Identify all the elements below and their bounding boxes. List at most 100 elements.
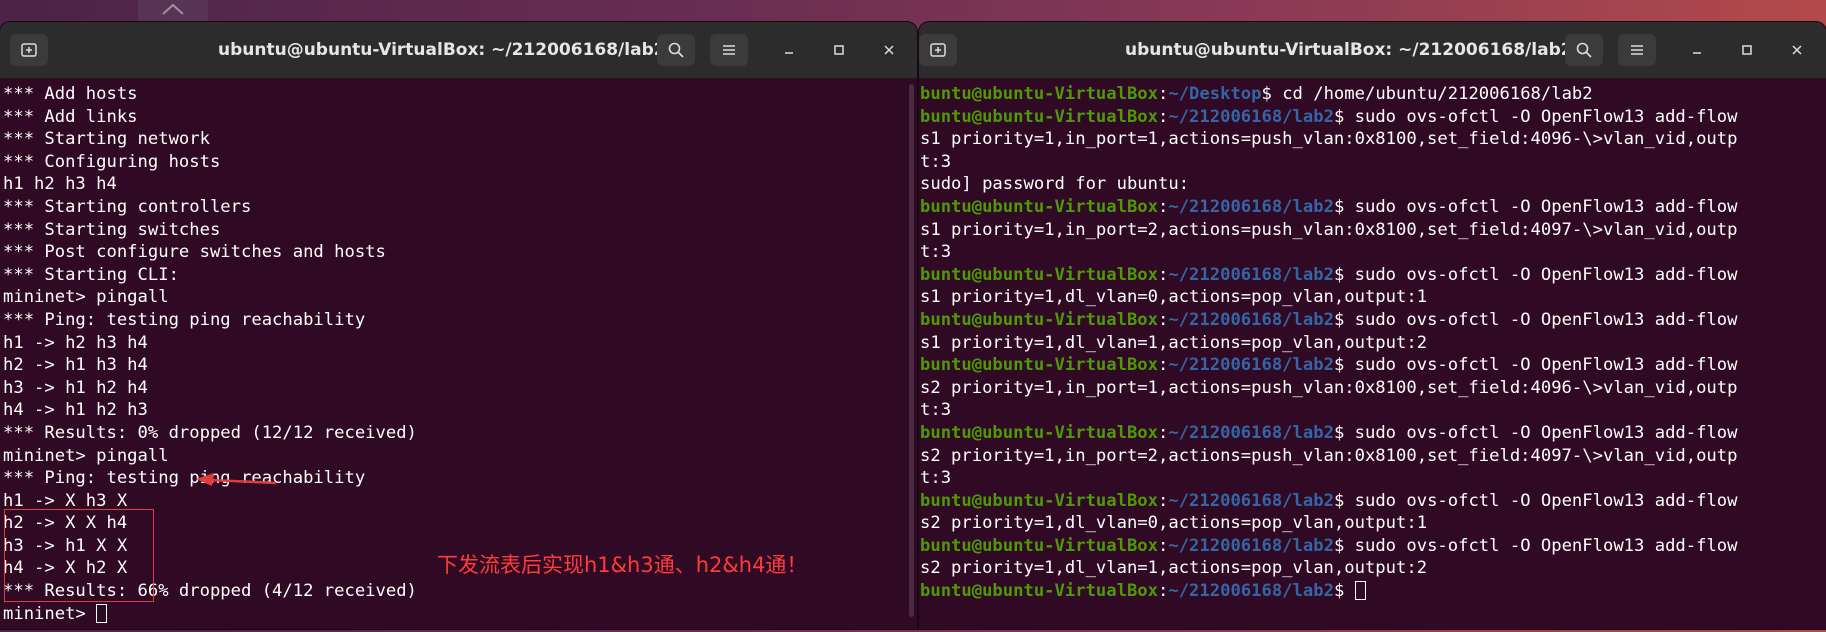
maximize-icon[interactable] [823, 34, 855, 66]
prompt-separator: : [1158, 490, 1169, 511]
prompt-user: buntu@ubuntu-VirtualBox [920, 581, 1158, 602]
line-text: s2 priority=1,in_port=1,actions=push_vla… [920, 377, 1738, 398]
terminal-line: buntu@ubuntu-VirtualBox:~/212006168/lab2… [920, 422, 1826, 445]
terminal-line: mininet> pingall [3, 286, 917, 309]
line-text: mininet> pingall [3, 287, 169, 308]
terminal-line: t:3 [920, 151, 1826, 174]
terminal-line: buntu@ubuntu-VirtualBox:~/212006168/lab2… [920, 354, 1826, 377]
terminal-line: *** Post configure switches and hosts [3, 241, 917, 264]
line-text: *** Post configure switches and hosts [3, 242, 386, 263]
line-text: h2 -> h1 h3 h4 [3, 355, 148, 376]
text-cursor [96, 603, 108, 623]
arrow-annotation-icon [196, 473, 277, 486]
prompt-path: ~/212006168/lab2 [1168, 264, 1334, 285]
terminal-line: *** Add hosts [3, 83, 917, 106]
line-text: *** Starting CLI: [3, 264, 179, 285]
line-text: *** Starting switches [3, 219, 221, 240]
prompt-path: ~/212006168/lab2 [1168, 490, 1334, 511]
maximize-icon[interactable] [1731, 34, 1763, 66]
terminal-line: s1 priority=1,in_port=1,actions=push_vla… [920, 128, 1826, 151]
line-text: h1 h2 h3 h4 [3, 174, 117, 195]
line-text: h4 -> h1 h2 h3 [3, 400, 148, 421]
terminal-line: h4 -> h1 h2 h3 [3, 399, 917, 422]
terminal-line: s1 priority=1,in_port=2,actions=push_vla… [920, 219, 1826, 242]
terminal-window-right[interactable]: ubuntu@ubuntu-VirtualBox: ~/212006168/la… [919, 22, 1826, 629]
prompt-separator: : [1158, 264, 1169, 285]
line-text: s1 priority=1,dl_vlan=1,actions=pop_vlan… [920, 332, 1428, 353]
line-text: t:3 [920, 400, 952, 421]
prompt-user: buntu@ubuntu-VirtualBox [920, 535, 1158, 556]
prompt-separator: : [1158, 196, 1169, 217]
line-text: s2 priority=1,in_port=2,actions=push_vla… [920, 445, 1738, 466]
terminal-line: *** Add links [3, 106, 917, 129]
search-icon[interactable] [1565, 34, 1603, 66]
terminal-line: mininet> [3, 603, 917, 626]
line-text: *** Add hosts [3, 84, 138, 104]
scrollbar[interactable] [909, 84, 914, 617]
prompt-path: ~/212006168/lab2 [1168, 106, 1334, 127]
title-bar[interactable]: ubuntu@ubuntu-VirtualBox: ~/212006168/la… [919, 22, 1826, 79]
terminal-line: *** Ping: testing ping reachability [3, 467, 917, 490]
terminal-line: buntu@ubuntu-VirtualBox:~/212006168/lab2… [920, 106, 1826, 129]
terminal-line: *** Starting controllers [3, 196, 917, 219]
terminal-line: sudo] password for ubuntu: [920, 173, 1826, 196]
terminal-line: buntu@ubuntu-VirtualBox:~/212006168/lab2… [920, 196, 1826, 219]
line-text: *** Ping: testing ping reachability [3, 468, 366, 489]
window-title: ubuntu@ubuntu-VirtualBox: ~/212006168/la… [1125, 40, 1573, 60]
line-text: $ sudo ovs-ofctl -O OpenFlow13 add-flow [1333, 490, 1738, 511]
line-text: t:3 [920, 151, 952, 172]
window-title: ubuntu@ubuntu-VirtualBox: ~/212006168/la… [218, 40, 666, 60]
close-icon[interactable] [1781, 34, 1813, 66]
text-cursor [1354, 581, 1366, 601]
terminal-output[interactable]: buntu@ubuntu-VirtualBox: ~/Desktop$ cd /h… [919, 79, 1826, 629]
line-text: sudo] password for ubuntu: [920, 174, 1190, 195]
line-text: $ sudo ovs-ofctl -O OpenFlow13 add-flow [1333, 196, 1738, 217]
prompt-user: buntu@ubuntu-VirtualBox [920, 264, 1158, 285]
terminal-line: h1 -> h2 h3 h4 [3, 332, 917, 355]
close-icon[interactable] [873, 34, 905, 66]
line-text: s1 priority=1,in_port=2,actions=push_vla… [920, 219, 1738, 240]
terminal-line: t:3 [920, 399, 1826, 422]
line-text: h1 -> X h3 X [3, 490, 128, 511]
hamburger-menu-icon[interactable] [710, 34, 748, 66]
new-tab-icon[interactable] [10, 34, 48, 66]
line-text: $ sudo ovs-ofctl -O OpenFlow13 add-flow [1333, 535, 1738, 556]
line-text: mininet> [3, 603, 97, 624]
new-tab-icon[interactable] [919, 34, 957, 66]
annotation-text: 下发流表后实现h1&h3通、h2&h4通！ [437, 553, 808, 577]
minimize-icon[interactable] [1681, 34, 1713, 66]
terminal-line: buntu@ubuntu-VirtualBox:~/212006168/lab2… [920, 535, 1826, 558]
line-text: $ sudo ovs-ofctl -O OpenFlow13 add-flow [1333, 264, 1738, 285]
line-text: s2 priority=1,dl_vlan=0,actions=pop_vlan… [920, 513, 1428, 534]
minimize-icon[interactable] [773, 34, 805, 66]
line-text: $ [1333, 581, 1355, 602]
title-bar[interactable]: ubuntu@ubuntu-VirtualBox: ~/212006168/la… [0, 22, 917, 79]
line-text: *** Starting controllers [3, 196, 252, 217]
prompt-path: ~/212006168/lab2 [1168, 309, 1334, 330]
line-text: s1 priority=1,in_port=1,actions=push_vla… [920, 129, 1738, 150]
terminal-line: *** Starting network [3, 128, 917, 151]
terminal-line: h3 -> h1 h2 h4 [3, 377, 917, 400]
prompt-path: ~/212006168/lab2 [1168, 581, 1334, 602]
prompt-user: buntu@ubuntu-VirtualBox [920, 422, 1158, 443]
terminal-line: s2 priority=1,dl_vlan=0,actions=pop_vlan… [920, 512, 1826, 535]
line-text: t:3 [920, 468, 952, 489]
prompt-path: ~/212006168/lab2 [1168, 422, 1334, 443]
terminal-line: buntu@ubuntu-VirtualBox:~/212006168/lab2… [920, 490, 1826, 513]
prompt-user: buntu@ubuntu-VirtualBox [920, 84, 1158, 104]
prompt-user: buntu@ubuntu-VirtualBox [920, 355, 1158, 376]
prompt-path: ~/212006168/lab2 [1168, 355, 1334, 376]
prompt-user: buntu@ubuntu-VirtualBox [920, 309, 1158, 330]
prompt-path: ~/Desktop [1168, 84, 1262, 104]
terminal-line: s2 priority=1,in_port=1,actions=push_vla… [920, 377, 1826, 400]
hamburger-menu-icon[interactable] [1618, 34, 1656, 66]
line-text: $ cd /home/ubuntu/212006168/lab2 [1261, 84, 1593, 104]
line-text: *** Results: 0% dropped (12/12 received) [3, 422, 417, 443]
line-text: *** Ping: testing ping reachability [3, 309, 366, 330]
terminal-line: s2 priority=1,in_port=2,actions=push_vla… [920, 445, 1826, 468]
search-icon[interactable] [657, 34, 695, 66]
line-text: *** Starting network [3, 129, 210, 150]
prompt-separator: : [1158, 581, 1169, 602]
terminal-window-left[interactable]: ubuntu@ubuntu-VirtualBox: ~/212006168/la… [0, 22, 917, 629]
terminal-line: *** Starting switches [3, 219, 917, 242]
